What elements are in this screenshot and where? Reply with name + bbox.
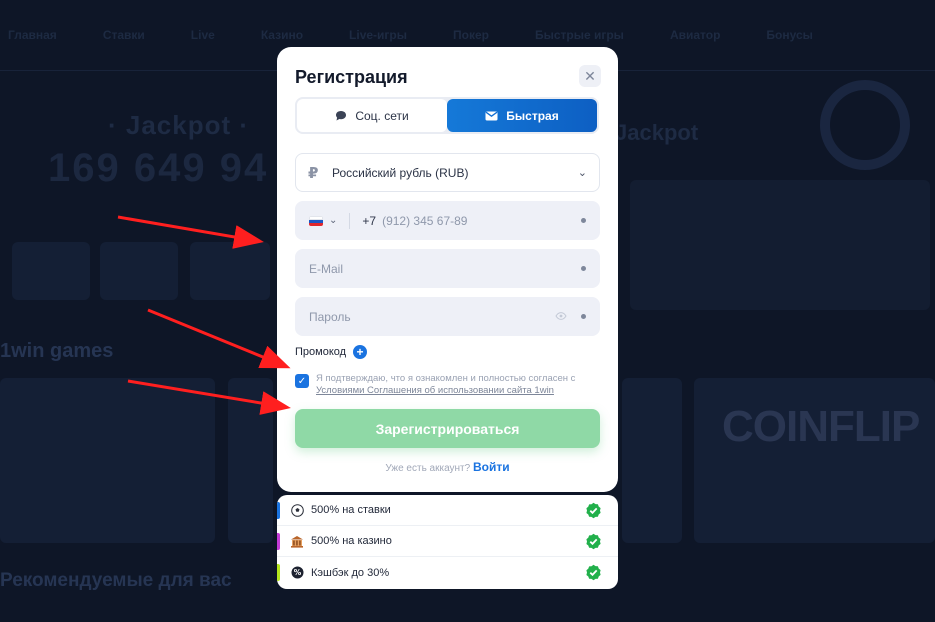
login-row: Уже есть аккаунт? Войти: [277, 460, 618, 474]
russia-flag-icon[interactable]: [309, 215, 323, 226]
background-nav-item: Live: [190, 28, 215, 42]
currency-select[interactable]: ₽ Российский рубль (RUB) ⌄: [295, 153, 600, 192]
registration-modal: Регистрация ✕ Соц. сети Быстрая ₽ Россий…: [277, 47, 618, 492]
background-game-card: [0, 378, 215, 543]
phone-country-code: +7: [362, 213, 377, 228]
ruble-icon: ₽: [308, 164, 319, 182]
background-tile: [100, 242, 178, 300]
bonus-row: 500% на казино: [277, 526, 618, 557]
background-nav-item: Быстрые игры: [534, 28, 624, 42]
required-dot-icon: [581, 218, 586, 223]
agreement-checkbox[interactable]: ✓: [295, 374, 309, 388]
bonus-accent-bar: [277, 533, 280, 550]
svg-text:%: %: [293, 568, 301, 577]
registration-tabs: Соц. сети Быстрая: [295, 97, 599, 134]
promo-add-button[interactable]: +: [353, 345, 368, 359]
bonus-label: 500% на казино: [311, 535, 392, 547]
background-nav-item: Главная: [8, 28, 57, 42]
chevron-down-icon: ⌄: [577, 167, 587, 179]
agreement-row: ✓ Я подтверждаю, что я ознакомлен и полн…: [295, 373, 600, 397]
background-nav-item: Покер: [453, 28, 489, 42]
tab-social[interactable]: Соц. сети: [297, 99, 447, 132]
agreement-statement: Я подтверждаю, что я ознакомлен и полнос…: [316, 373, 576, 384]
check-badge-icon: [586, 564, 601, 581]
agreement-link[interactable]: Условиями Соглашения об использовании са…: [316, 385, 554, 396]
background-tile: [190, 242, 270, 300]
chat-bubble-icon: [335, 110, 347, 122]
cashback-icon: %: [290, 566, 304, 580]
bonus-row: 500% на ставки: [277, 495, 618, 526]
password-field: [295, 297, 600, 336]
phone-field: ⌄ +7: [295, 201, 600, 240]
required-dot-icon: [581, 314, 586, 319]
background-decoration: [820, 80, 910, 170]
background-games-title: 1win games: [0, 340, 114, 362]
bonus-panel: 500% на ставки 500% на казино % Кэшбэк д…: [277, 495, 618, 589]
background-jackpot-title-right: Jackpot: [615, 120, 699, 145]
bonus-accent-bar: [277, 502, 280, 519]
bonus-accent-bar: [277, 564, 280, 581]
background-game-card: [622, 378, 682, 543]
soccer-ball-icon: [290, 503, 304, 517]
tab-fast[interactable]: Быстрая: [447, 99, 597, 132]
eye-icon[interactable]: [555, 311, 567, 323]
background-game-card: [228, 378, 273, 543]
background-nav-item: Казино: [260, 28, 304, 42]
promo-label: Промокод: [295, 346, 347, 358]
bonus-label: 500% на ставки: [311, 504, 391, 516]
bonus-label: Кэшбэк до 30%: [311, 566, 390, 579]
background-nav: Главная Ставки Live Казино Live-игры Пок…: [0, 28, 935, 48]
currency-value: Российский рубль (RUB): [332, 165, 469, 180]
background-coinflip-label: COINFLIP: [722, 402, 920, 451]
background-jackpot-title: · Jackpot ·: [108, 110, 250, 140]
phone-input[interactable]: [382, 213, 581, 228]
background-tile: [12, 242, 90, 300]
have-account-text: Уже есть аккаунт?: [385, 463, 471, 474]
check-badge-icon: [586, 533, 601, 549]
promo-row: Промокод +: [295, 345, 368, 359]
tab-social-label: Соц. сети: [355, 108, 409, 123]
background-recommended-title: Рекомендуемые для вас: [0, 570, 232, 591]
agreement-text: Я подтверждаю, что я ознакомлен и полнос…: [316, 373, 575, 397]
phone-separator: [349, 212, 351, 229]
background-banner: [630, 180, 930, 310]
close-icon: ✕: [584, 67, 596, 84]
register-button[interactable]: Зарегистрироваться: [295, 409, 600, 448]
background-nav-item: Бонусы: [766, 28, 813, 42]
email-input[interactable]: [309, 261, 581, 276]
background-nav-item: Ставки: [102, 28, 145, 42]
envelope-icon: [485, 111, 498, 121]
plus-icon: +: [356, 345, 364, 359]
modal-title: Регистрация: [295, 67, 408, 87]
checkmark-icon: ✓: [297, 375, 307, 387]
tab-fast-label: Быстрая: [506, 108, 559, 123]
email-field: [295, 249, 600, 288]
password-input[interactable]: [309, 309, 555, 324]
required-dot-icon: [581, 266, 586, 271]
country-chevron-icon[interactable]: ⌄: [329, 215, 337, 226]
check-badge-icon: [586, 502, 601, 518]
casino-icon: [290, 534, 304, 548]
bonus-row: % Кэшбэк до 30%: [277, 557, 618, 588]
background-jackpot-amount: 169 649 94: [48, 146, 269, 190]
login-link[interactable]: Войти: [473, 460, 510, 474]
close-button[interactable]: ✕: [579, 65, 601, 87]
background-nav-item: Live-игры: [349, 28, 407, 42]
background-nav-item: Авиатор: [669, 28, 721, 42]
